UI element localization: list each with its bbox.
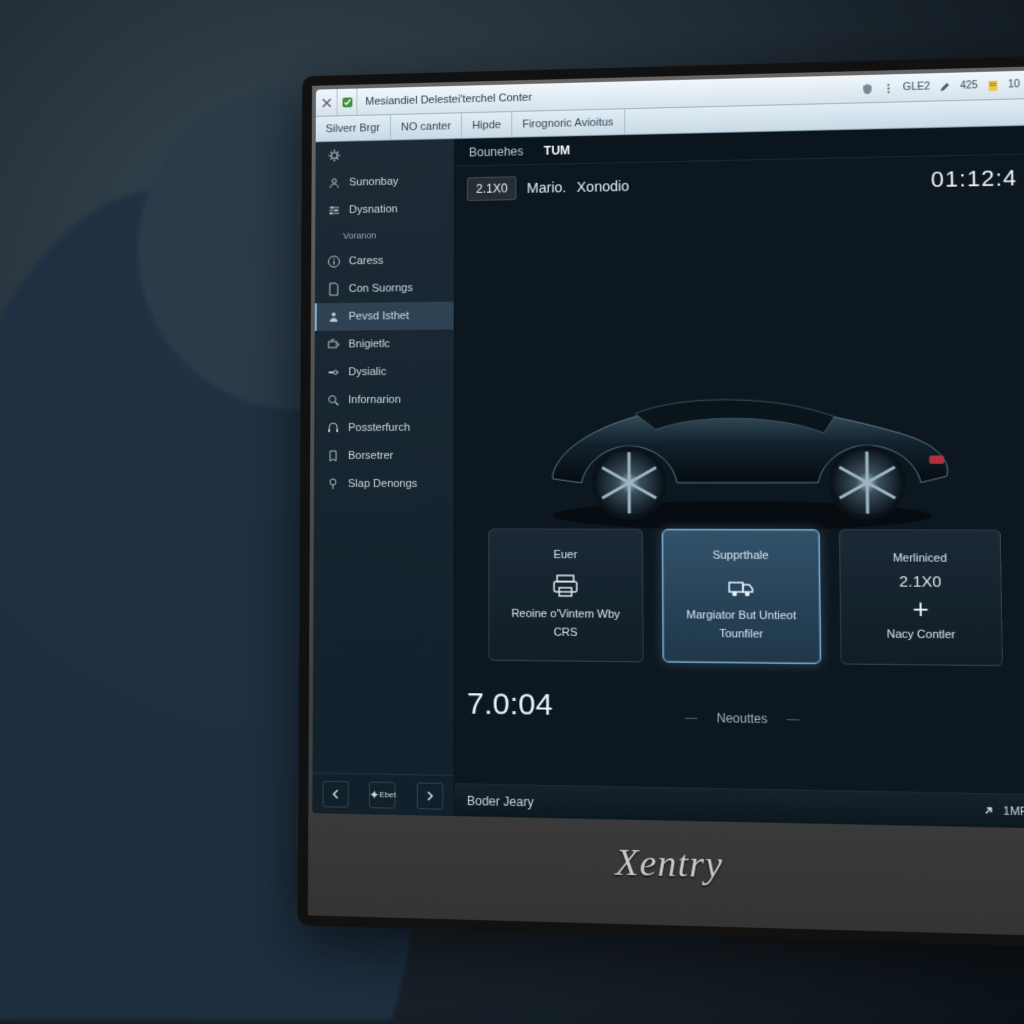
card-value: 2.1X0 xyxy=(899,573,942,591)
sidebar-item-infornarion[interactable]: Infornarion xyxy=(314,385,453,414)
card-title: Euer xyxy=(553,549,577,561)
diagnostic-tablet: Mesiandiel Delestei'terchel Conter GLE2 … xyxy=(298,56,1024,947)
sidebar-item-consuorngs[interactable]: Con Suorngs xyxy=(315,274,454,304)
sidebar-item-sunonbay[interactable]: Sunonbay xyxy=(315,167,453,197)
engine-icon xyxy=(327,338,341,352)
session-timer: 01:12:4 xyxy=(931,165,1018,193)
sidebar-item-label: Sunonbay xyxy=(349,176,398,189)
action-cards: Euer Reoine o'Vintem Wby CRS Supprthale xyxy=(455,528,1024,666)
top-tab-1[interactable]: NO canter xyxy=(391,113,462,139)
bottom-center-label[interactable]: Neouttes xyxy=(716,711,767,726)
sidebar-item-label: Possterfurch xyxy=(348,422,410,434)
tray-value-1: GLE2 xyxy=(903,81,930,93)
sidebar-item-possterfurch[interactable]: Possterfurch xyxy=(314,414,454,443)
sidebar-item-settings[interactable] xyxy=(316,139,454,170)
card-line-2: CRS xyxy=(554,627,578,641)
system-tray: GLE2 425 10 xyxy=(861,78,1024,94)
sidebar-item-label: Con Suorngs xyxy=(349,282,413,295)
app-icon xyxy=(338,89,358,116)
top-tab-3[interactable]: Firognoric Avioitus xyxy=(512,109,625,136)
card-title: Merliniced xyxy=(893,552,947,565)
main-pane: Bounehes TUM 2.1X0 Mario. Xonodio 01:12:… xyxy=(455,126,1024,829)
note-icon[interactable] xyxy=(986,79,999,92)
shield-icon xyxy=(861,82,874,94)
sidebar-item-label: Borsetrer xyxy=(348,450,393,462)
sidebar-item-label: Voranon xyxy=(343,230,376,240)
status-right-label: 1MR xyxy=(1003,805,1024,818)
gear-icon xyxy=(327,149,341,163)
nav-home-label: Ebet xyxy=(379,790,396,800)
sidebar-item-pevsdisthet[interactable]: Pevsd Isthet xyxy=(315,302,454,331)
sub-tab-bounehes[interactable]: Bounehes xyxy=(467,140,526,163)
window-title: Mesiandiel Delestei'terchel Conter xyxy=(357,83,860,108)
menu-dots-icon[interactable] xyxy=(882,82,895,94)
sidebar-item-dysnation[interactable]: Dysnation xyxy=(315,194,454,224)
workspace: Sunonbay Dysnation Voranon Caress Con Su… xyxy=(312,126,1024,829)
pencil-icon[interactable] xyxy=(939,80,952,92)
sidebar-item-dysialic[interactable]: Dysialic xyxy=(314,357,453,386)
tray-value-3: 10 xyxy=(1008,79,1020,91)
person-icon xyxy=(327,310,341,324)
chevron-left-icon xyxy=(330,787,342,799)
card-line-1: Margiator But Untieot xyxy=(686,609,796,624)
nav-back-button[interactable] xyxy=(323,780,349,807)
plus-icon: + xyxy=(912,595,929,622)
chevron-right-icon xyxy=(424,789,436,802)
screen: Mesiandiel Delestei'terchel Conter GLE2 … xyxy=(312,71,1024,829)
sidebar-item-borsetrer[interactable]: Borsetrer xyxy=(314,442,454,470)
nav-home-button[interactable]: ✦ Ebet xyxy=(369,781,395,808)
window-close-button[interactable] xyxy=(316,89,338,116)
dash-left: — xyxy=(685,710,698,725)
top-tab-0[interactable]: Silverr Brgr xyxy=(316,115,391,141)
device-brand: Xentry xyxy=(298,833,1024,895)
card-title: Supprthale xyxy=(712,550,768,563)
page-icon xyxy=(327,282,341,296)
tune-icon xyxy=(327,203,341,217)
sidebar-item-bnigietlc[interactable]: Bnigietlc xyxy=(315,329,454,358)
sidebar-subitem-dysnation[interactable]: Voranon xyxy=(315,222,454,248)
bookmark-icon xyxy=(326,449,340,463)
headset-icon xyxy=(326,421,340,435)
sidebar-item-label: Dysnation xyxy=(349,203,398,216)
sidebar-item-label: Dysialic xyxy=(348,366,386,378)
card-merliniced[interactable]: Merliniced 2.1X0 + Nacy Contler xyxy=(839,529,1003,666)
card-superthale[interactable]: Supprthale Margiator But Untieot Tounfil… xyxy=(662,529,822,664)
sidebar: Sunonbay Dysnation Voranon Caress Con Su… xyxy=(312,139,455,816)
search-icon xyxy=(326,393,340,407)
sidebar-item-label: Bnigietlc xyxy=(348,338,390,350)
slider-icon xyxy=(326,365,340,379)
status-left-label: Boder Jeary xyxy=(467,793,534,809)
close-icon xyxy=(321,97,331,107)
user-icon xyxy=(327,176,341,190)
info-icon xyxy=(327,255,341,269)
sidebar-item-label: Slap Denongs xyxy=(348,478,417,490)
sub-tab-tum[interactable]: TUM xyxy=(542,139,573,162)
printer-icon xyxy=(551,572,580,601)
truck-icon xyxy=(726,572,756,601)
sidebar-item-slapdenongs[interactable]: Slap Denongs xyxy=(314,470,454,498)
control-label-1: Mario. xyxy=(527,179,567,196)
link-icon xyxy=(981,803,997,818)
nav-forward-button[interactable] xyxy=(417,782,444,809)
control-badge[interactable]: 2.1X0 xyxy=(467,176,517,201)
sidebar-item-label: Pevsd Isthet xyxy=(349,310,410,323)
tray-value-2: 425 xyxy=(960,80,978,92)
sidebar-item-label: Caress xyxy=(349,255,384,267)
control-label-2: Xonodio xyxy=(577,178,630,195)
card-euer[interactable]: Euer Reoine o'Vintem Wby CRS xyxy=(488,528,643,662)
sidebar-item-caress[interactable]: Caress xyxy=(315,246,454,276)
pin-icon xyxy=(326,477,340,491)
vehicle-canvas: Euer Reoine o'Vintem Wby CRS Supprthale xyxy=(455,202,1024,795)
big-clock: 7.0:04 xyxy=(467,687,553,723)
top-tab-2[interactable]: Hipde xyxy=(462,112,512,138)
sidebar-nav: ✦ Ebet xyxy=(312,772,453,816)
card-line-2: Nacy Contler xyxy=(887,628,956,643)
dash-right: — xyxy=(787,712,800,727)
card-line-1: Reoine o'Vintem Wby xyxy=(511,608,620,623)
sidebar-item-label: Infornarion xyxy=(348,394,401,406)
vehicle-render xyxy=(522,360,965,537)
card-line-2: Tounfiler xyxy=(719,628,763,643)
